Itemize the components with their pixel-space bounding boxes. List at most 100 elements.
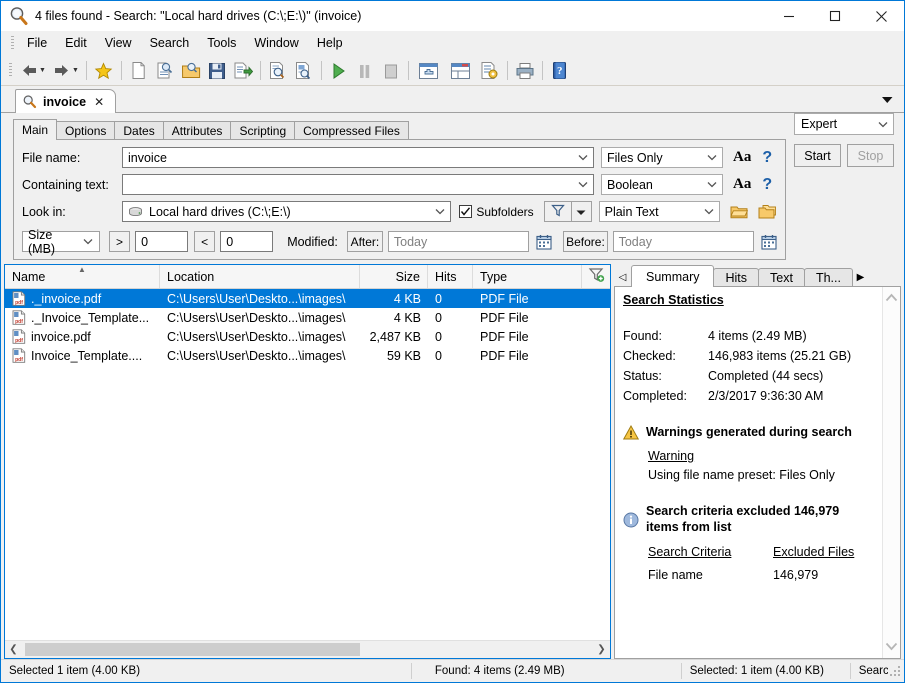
after-button[interactable]: After: <box>346 231 383 252</box>
size-greater-button[interactable]: > <box>108 231 131 252</box>
look-in-input[interactable]: Local hard drives (C:\;E:\) <box>122 201 452 222</box>
resize-grip[interactable] <box>888 664 902 678</box>
containing-text-help-icon[interactable]: ? <box>762 176 772 194</box>
hscroll-thumb[interactable] <box>25 643 360 656</box>
save-search-button[interactable] <box>204 58 230 83</box>
containing-text-case-button[interactable]: Aa <box>733 176 751 193</box>
calendar-icon[interactable] <box>761 234 777 250</box>
pause-search-button[interactable] <box>352 58 378 83</box>
menu-tools[interactable]: Tools <box>198 33 245 53</box>
search-tab-invoice[interactable]: invoice ✕ <box>15 89 117 113</box>
back-dropdown-icon[interactable]: ▼ <box>39 67 46 74</box>
preview-button[interactable] <box>265 58 291 83</box>
chevron-down-icon[interactable] <box>431 208 448 215</box>
subfolders-checkbox[interactable]: Subfolders <box>459 205 534 219</box>
tab-text[interactable]: Text <box>758 268 805 287</box>
column-filter-button[interactable] <box>582 265 610 288</box>
file-name-case-button[interactable]: Aa <box>733 149 751 166</box>
menu-file[interactable]: File <box>18 33 56 53</box>
configure-button[interactable] <box>477 58 503 83</box>
menu-help[interactable]: Help <box>308 33 352 53</box>
stop-search-button[interactable] <box>378 58 404 83</box>
size-less-button[interactable]: < <box>194 231 216 252</box>
table-row[interactable]: pdf ._invoice.pdf C:\Users\User\Deskto..… <box>5 289 610 308</box>
size-less-input[interactable]: 0 <box>220 231 274 252</box>
menu-view[interactable]: View <box>96 33 141 53</box>
start-search-button[interactable] <box>326 58 352 83</box>
column-header-type[interactable]: Type <box>473 265 582 288</box>
tab-dates[interactable]: Dates <box>114 121 164 140</box>
file-name-input[interactable]: invoice <box>122 147 594 168</box>
chevron-down-icon[interactable] <box>574 181 591 188</box>
scroll-up-button[interactable] <box>885 291 898 305</box>
tab-next-button[interactable]: ▶ <box>852 267 869 287</box>
maximize-button[interactable] <box>812 1 858 31</box>
minimize-button[interactable] <box>766 1 812 31</box>
tab-main[interactable]: Main <box>13 119 58 140</box>
chevron-down-icon[interactable] <box>881 93 894 107</box>
size-unit-select[interactable]: Size (MB) <box>22 228 100 256</box>
start-button[interactable]: Start <box>794 144 841 167</box>
tab-attributes[interactable]: Attributes <box>162 121 232 140</box>
menu-edit[interactable]: Edit <box>56 33 96 53</box>
table-row[interactable]: pdf Invoice_Template.... C:\Users\User\D… <box>5 346 610 365</box>
browse-folder-button[interactable] <box>730 204 749 219</box>
before-date-input[interactable]: Today <box>612 231 755 252</box>
file-list-body[interactable]: pdf ._invoice.pdf C:\Users\User\Deskto..… <box>5 289 610 640</box>
tab-summary[interactable]: Summary <box>631 265 715 287</box>
browse-folders-button[interactable] <box>758 204 777 219</box>
table-row[interactable]: pdf invoice.pdf C:\Users\User\Deskto...\… <box>5 327 610 346</box>
size-greater-input[interactable]: 0 <box>135 231 189 252</box>
tab-scripting[interactable]: Scripting <box>230 121 296 140</box>
column-header-location[interactable]: Location <box>160 265 360 288</box>
column-header-name[interactable]: ▲ Name <box>5 265 160 288</box>
warning-link[interactable]: Warning <box>648 449 874 463</box>
filter-dropdown-button[interactable] <box>570 201 592 222</box>
column-header-hits[interactable]: Hits <box>428 265 473 288</box>
scroll-right-button[interactable]: ❯ <box>593 641 610 658</box>
export-button[interactable] <box>230 58 256 83</box>
print-button[interactable] <box>512 58 538 83</box>
tab-prev-button[interactable]: ◁ <box>614 267 631 287</box>
column-header-size[interactable]: Size <box>360 265 428 288</box>
close-icon[interactable]: ✕ <box>92 95 106 109</box>
tab-compressed-files[interactable]: Compressed Files <box>294 121 409 140</box>
table-row[interactable]: pdf ._Invoice_Template... C:\Users\User\… <box>5 308 610 327</box>
tab-options[interactable]: Options <box>56 121 116 140</box>
excluded-col-criteria-header[interactable]: Search Criteria <box>648 545 773 561</box>
file-name-preset-select[interactable]: Files Only <box>601 147 723 168</box>
calendar-icon[interactable] <box>536 234 552 250</box>
new-search-button[interactable] <box>126 58 152 83</box>
text-mode-select[interactable]: Plain Text <box>598 201 721 222</box>
summary-vscrollbar[interactable] <box>882 287 900 658</box>
open-search-button[interactable] <box>152 58 178 83</box>
tab-thumbnails[interactable]: Th... <box>803 268 853 287</box>
containing-text-input[interactable] <box>122 174 594 195</box>
file-name-help-icon[interactable]: ? <box>762 149 772 167</box>
tab-hits[interactable]: Hits <box>713 268 760 287</box>
excluded-table: Search Criteria Excluded Files File name… <box>648 545 874 582</box>
file-size-cell: 4 KB <box>393 291 421 306</box>
menu-window[interactable]: Window <box>245 33 307 53</box>
view-file-button[interactable] <box>291 58 317 83</box>
favorites-button[interactable] <box>91 58 117 83</box>
after-date-input[interactable]: Today <box>387 231 530 252</box>
forward-dropdown-icon[interactable]: ▼ <box>72 67 79 74</box>
hscroll-track[interactable] <box>22 641 593 658</box>
containing-text-mode-select[interactable]: Boolean <box>601 174 723 195</box>
before-button[interactable]: Before: <box>563 231 608 252</box>
excluded-col-files-header[interactable]: Excluded Files <box>773 545 854 561</box>
search-tab-label: invoice <box>43 94 87 109</box>
scroll-down-button[interactable] <box>885 640 898 654</box>
filter-button[interactable] <box>543 201 571 222</box>
file-size-cell: 2,487 KB <box>369 329 421 344</box>
help-button[interactable]: ? <box>547 58 573 83</box>
file-list-hscrollbar[interactable]: ❮ ❯ <box>5 640 610 658</box>
chevron-down-icon[interactable] <box>574 154 591 161</box>
scroll-left-button[interactable]: ❮ <box>5 641 22 658</box>
load-search-button[interactable] <box>178 58 204 83</box>
close-button[interactable] <box>858 1 904 31</box>
menu-search[interactable]: Search <box>141 33 199 53</box>
layout-button[interactable] <box>413 58 445 83</box>
panel-layout-button[interactable] <box>445 58 477 83</box>
